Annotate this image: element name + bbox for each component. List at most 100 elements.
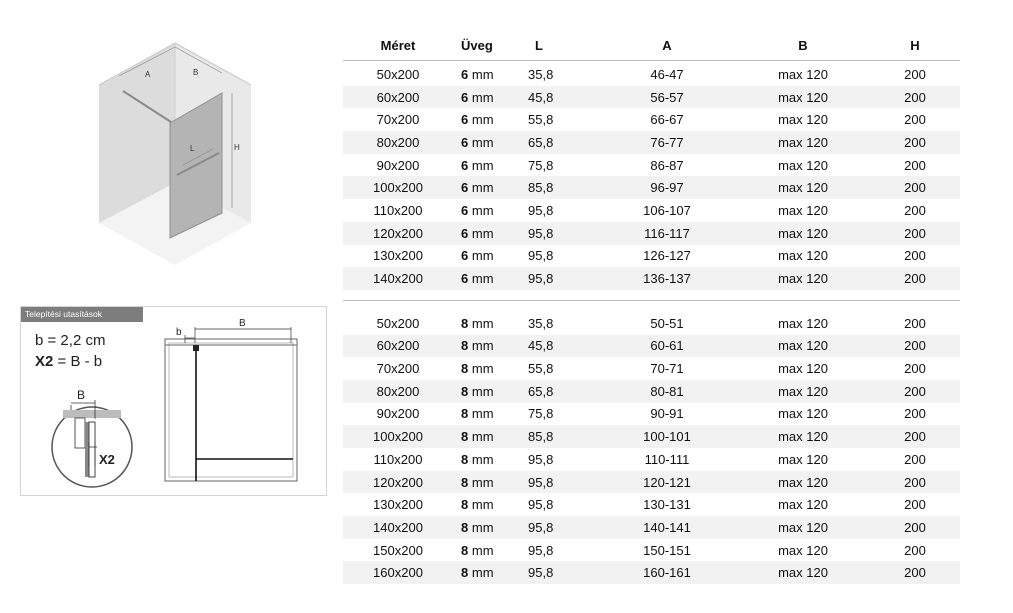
- cell-glass: 6 mm: [453, 67, 523, 82]
- cell-l: 35,8: [528, 66, 554, 82]
- cell-b: max 120: [778, 180, 828, 196]
- cell-glass-value: 8: [461, 429, 469, 445]
- table-row: 100x200 6 mm 85,8 96-97 max 120 200: [343, 176, 960, 200]
- cell-glass-value: 8: [461, 315, 469, 331]
- table-group-8mm: 50x200 8 mm 35,8 50-51 max 120 200 60x200 8 mm 4…: [343, 312, 960, 585]
- shower-isometric-diagram: A B L H: [98, 42, 252, 265]
- cell-glass-unit: mm: [471, 451, 494, 467]
- cell-b: max 120: [778, 474, 828, 490]
- cell-a: 46-47: [650, 66, 684, 82]
- header-b: B: [798, 37, 808, 53]
- cell-size: 120x200: [373, 225, 423, 241]
- cell-b: max 120: [778, 429, 828, 445]
- cell-glass: 8 mm: [453, 452, 523, 467]
- cell-b: max 120: [778, 112, 828, 128]
- cell-h: 200: [904, 89, 926, 105]
- cell-a: 70-71: [650, 361, 684, 377]
- cell-l: 45,8: [528, 89, 554, 105]
- cell-h: 200: [904, 361, 926, 377]
- cell-glass-unit: mm: [471, 497, 494, 513]
- cell-glass-unit: mm: [471, 338, 494, 354]
- cell-b: max 120: [778, 202, 828, 218]
- cell-glass-unit: mm: [471, 89, 494, 105]
- table-row: 90x200 6 mm 75,8 86-87 max 120 200: [343, 154, 960, 177]
- cell-a: 76-77: [650, 134, 684, 150]
- cell-size: 130x200: [373, 248, 423, 264]
- cell-a: 50-51: [650, 315, 684, 331]
- cell-glass-value: 6: [461, 157, 469, 173]
- cell-size: 90x200: [376, 406, 420, 422]
- cell-glass: 6 mm: [453, 180, 523, 195]
- table-row: 60x200 6 mm 45,8 56-57 max 120 200: [343, 85, 960, 109]
- cell-glass-value: 8: [461, 542, 469, 558]
- cell-b: max 120: [778, 451, 828, 467]
- cell-h: 200: [904, 134, 926, 150]
- iso-label-b: B: [193, 68, 198, 77]
- cell-glass-value: 6: [461, 134, 469, 150]
- cell-glass: 8 mm: [453, 520, 523, 535]
- cell-glass-value: 6: [461, 202, 469, 218]
- header-uveg: Üveg: [461, 37, 493, 53]
- cell-h: 200: [904, 248, 926, 264]
- cell-size: 110x200: [373, 202, 423, 218]
- table-row: 130x200 6 mm 95,8 126-127 max 120 200: [343, 245, 960, 268]
- cell-glass-unit: mm: [471, 429, 494, 445]
- cell-l: 95,8: [528, 225, 554, 241]
- cell-glass: 8 mm: [453, 361, 523, 376]
- cell-glass-value: 8: [461, 497, 469, 513]
- cell-l: 55,8: [528, 112, 554, 128]
- iso-label-h: H: [234, 143, 240, 152]
- cell-size: 120x200: [373, 474, 423, 490]
- cell-b: max 120: [778, 383, 828, 399]
- cell-h: 200: [904, 542, 926, 558]
- cell-b: max 120: [778, 519, 828, 535]
- table-group-6mm: 50x200 6 mm 35,8 46-47 max 120 200 60x200 6 mm 4…: [343, 63, 960, 290]
- cell-glass-value: 6: [461, 180, 469, 196]
- cell-size: 80x200: [376, 383, 420, 399]
- cell-size: 70x200: [376, 361, 420, 377]
- cell-h: 200: [904, 202, 926, 218]
- cell-glass: 6 mm: [453, 158, 523, 173]
- cell-a: 110-111: [644, 451, 690, 467]
- cell-h: 200: [904, 383, 926, 399]
- cell-l: 95,8: [528, 451, 554, 467]
- cell-l: 95,8: [528, 519, 554, 535]
- table-row: 160x200 8 mm 95,8 160-161 max 120 200: [343, 561, 960, 585]
- cell-size: 110x200: [373, 451, 423, 467]
- cell-size: 80x200: [376, 134, 420, 150]
- cell-glass-unit: mm: [471, 202, 494, 218]
- cell-a: 100-101: [643, 429, 691, 445]
- cell-glass-unit: mm: [471, 225, 494, 241]
- cell-glass: 6 mm: [453, 203, 523, 218]
- header-a: A: [662, 37, 672, 53]
- cell-glass: 8 mm: [453, 497, 523, 512]
- cell-size: 60x200: [376, 338, 420, 354]
- cell-b: max 120: [778, 225, 828, 241]
- cell-a: 140-141: [643, 519, 691, 535]
- cell-l: 85,8: [528, 180, 554, 196]
- cell-glass-unit: mm: [471, 112, 494, 128]
- cell-a: 130-131: [643, 497, 691, 513]
- group-separator: [343, 290, 960, 301]
- cell-size: 70x200: [376, 112, 420, 128]
- table-row: 130x200 8 mm 95,8 130-131 max 120 200: [343, 493, 960, 516]
- cell-size: 60x200: [376, 89, 420, 105]
- cell-glass-unit: mm: [471, 383, 494, 399]
- cell-a: 80-81: [650, 383, 684, 399]
- cell-a: 66-67: [650, 112, 684, 128]
- cell-a: 160-161: [643, 565, 691, 581]
- table-row: 140x200 8 mm 95,8 140-141 max 120 200: [343, 516, 960, 539]
- detail-label-x2: X2: [99, 452, 115, 467]
- cell-h: 200: [904, 429, 926, 445]
- cell-glass-value: 6: [461, 225, 469, 241]
- table-row: 90x200 8 mm 75,8 90-91 max 120 200: [343, 403, 960, 426]
- cell-glass-unit: mm: [471, 180, 494, 196]
- cell-b: max 120: [778, 338, 828, 354]
- cell-a: 90-91: [650, 406, 684, 422]
- table-row: 120x200 8 mm 95,8 120-121 max 120 200: [343, 470, 960, 494]
- table-row: 60x200 8 mm 45,8 60-61 max 120 200: [343, 334, 960, 358]
- cell-glass-unit: mm: [471, 519, 494, 535]
- cell-size: 90x200: [376, 157, 420, 173]
- cell-b: max 120: [778, 406, 828, 422]
- cell-b: max 120: [778, 134, 828, 150]
